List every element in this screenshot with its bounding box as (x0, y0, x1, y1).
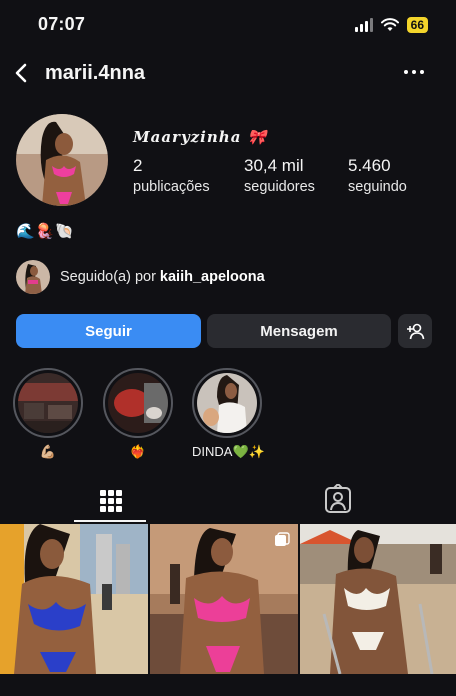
back-arrow-icon[interactable] (12, 62, 32, 84)
highlight-cover (108, 373, 168, 433)
stat-posts: 2 publicações (133, 156, 210, 195)
highlight-item[interactable]: ❤️‍🔥 (103, 368, 173, 460)
tab-posts-grid[interactable] (74, 484, 146, 522)
follow-button[interactable]: Seguir (16, 314, 201, 348)
followed-by[interactable]: Seguido(a) por kaiih_apeloona (16, 260, 265, 294)
followed-by-text: Seguido(a) por kaiih_apeloona (60, 269, 265, 285)
profile-avatar[interactable] (16, 114, 108, 206)
follower-avatar (16, 260, 50, 294)
more-options-icon[interactable] (402, 66, 426, 78)
stat-posts-label: publicações (133, 179, 210, 195)
post-thumbnail[interactable] (0, 524, 148, 674)
message-button[interactable]: Mensagem (207, 314, 391, 348)
highlight-item[interactable]: 💪🏼 (13, 368, 83, 460)
stat-posts-value: 2 (133, 156, 143, 175)
highlight-label: ❤️‍🔥 (129, 444, 147, 459)
tagged-person-icon[interactable] (324, 484, 352, 514)
highlight-label: DINDA💚✨ (192, 444, 265, 459)
stat-followers[interactable]: 30,4 mil seguidores (244, 156, 315, 195)
stat-followers-value: 30,4 mil (244, 156, 304, 175)
stat-following-label: seguindo (348, 179, 407, 195)
carousel-icon (275, 532, 290, 546)
highlight-label: 💪🏼 (39, 444, 57, 459)
profile-header: marii.4nna (0, 54, 456, 94)
followed-by-user[interactable]: kaiih_apeloona (160, 269, 265, 285)
signal-icon (354, 18, 373, 32)
status-icons: 66 (354, 16, 428, 34)
battery-icon: 66 (406, 17, 428, 33)
status-time: 07:07 (38, 14, 86, 34)
page-title: marii.4nna (45, 62, 146, 84)
highlight-ring (103, 368, 173, 438)
highlight-cover (18, 373, 78, 433)
wifi-icon (380, 18, 399, 31)
highlight-ring (13, 368, 83, 438)
post-thumbnail[interactable] (150, 524, 298, 674)
highlight-ring (192, 368, 262, 438)
display-name: 𝑴𝒂𝒂𝒓𝒚𝒛𝒊𝒏𝒉𝒂 🎀 (133, 128, 268, 146)
grid-icon (100, 490, 122, 512)
bottom-bar (0, 674, 456, 696)
highlight-cover (197, 373, 257, 433)
followed-by-prefix: Seguido(a) por (60, 269, 156, 285)
add-person-icon (407, 323, 425, 340)
bio: 🌊🪼🐚 (16, 223, 76, 240)
active-tab-indicator (74, 520, 146, 522)
status-bar: 07:07 66 (0, 0, 456, 50)
highlight-item[interactable]: DINDA💚✨ (192, 368, 265, 460)
stat-following-value: 5.460 (348, 156, 391, 175)
suggested-accounts-button[interactable] (398, 314, 432, 348)
stat-followers-label: seguidores (244, 179, 315, 195)
stat-following[interactable]: 5.460 seguindo (348, 156, 407, 195)
post-thumbnail[interactable] (300, 524, 456, 674)
